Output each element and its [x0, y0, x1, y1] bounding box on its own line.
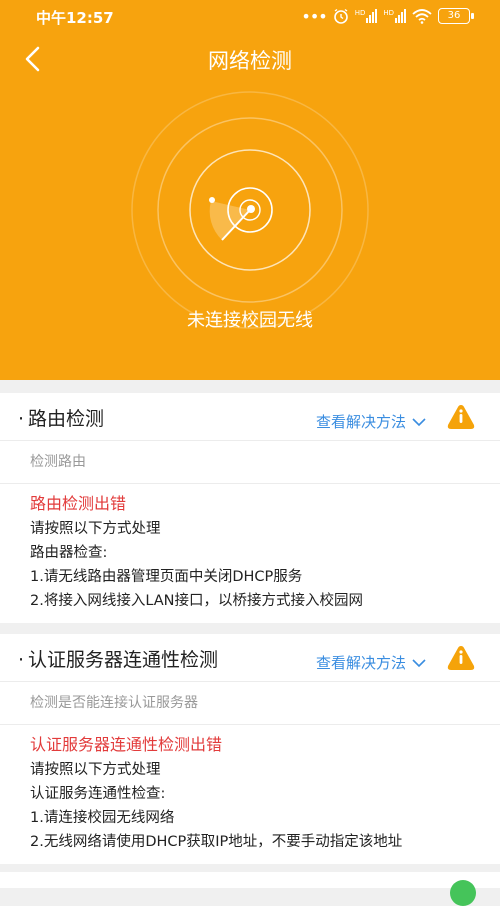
radar-graphic	[131, 91, 369, 329]
signal-1-icon: HD	[355, 9, 378, 23]
instruction-line: 2.无线网络请使用DHCP获取IP地址，不要手动指定该地址	[30, 834, 403, 850]
card-title-text: 认证服务器连通性检测	[28, 649, 219, 671]
warning-icon	[447, 646, 475, 670]
instruction-line: 2.将接入网线接入LAN接口，以桥接方式接入校园网	[30, 593, 364, 609]
error-title: 路由检测出错	[30, 494, 127, 513]
card-title-text: 路由检测	[28, 408, 105, 430]
alarm-icon	[333, 8, 348, 24]
instruction-line: 请按照以下方式处理	[30, 762, 161, 778]
instruction-line: 认证服务连通性检查:	[30, 786, 166, 802]
error-title: 认证服务器连通性检测出错	[30, 735, 223, 754]
status-bar: 中午12:57 ••• HD HD 36	[0, 0, 500, 34]
instruction-line: 1.请无线路由器管理页面中关闭DHCP服务	[30, 569, 303, 585]
route-check-card: · 路由检测 查看解决方法 检测路由 路由检测出错 请按照以下方式处理 路由器检查…	[0, 393, 500, 623]
auth-server-check-card: · 认证服务器连通性检测 查看解决方法 检测是否能连接认证服务器 认证服务器连通性…	[0, 634, 500, 864]
card-subtitle: 检测路由	[0, 441, 500, 484]
chevron-down-icon	[412, 417, 426, 426]
view-solution-label: 查看解决方法	[315, 413, 406, 431]
status-indicator-icon	[450, 880, 476, 906]
instruction-line: 1.请连接校园无线网络	[30, 810, 175, 826]
signal-1-label: HD	[354, 9, 366, 17]
signal-2-icon: HD	[383, 9, 406, 23]
chevron-down-icon	[412, 658, 426, 667]
card-title: · 认证服务器连通性检测	[18, 645, 218, 672]
warning-icon	[447, 405, 475, 429]
instruction-line: 路由器检查:	[30, 545, 108, 561]
card-body: 路由检测出错 请按照以下方式处理 路由器检查: 1.请无线路由器管理页面中关闭D…	[0, 484, 500, 613]
header: 中午12:57 ••• HD HD 36 网络检测 未连接校园无线	[0, 0, 500, 380]
card-header: · 认证服务器连通性检测 查看解决方法	[0, 634, 500, 682]
card-body: 认证服务器连通性检测出错 请按照以下方式处理 认证服务连通性检查: 1.请连接校…	[0, 725, 500, 854]
view-solution-link[interactable]: 查看解决方法	[316, 411, 426, 432]
status-icons: ••• HD HD 36	[301, 6, 474, 26]
card-header: · 路由检测 查看解决方法	[0, 393, 500, 441]
next-card-peek	[0, 872, 500, 888]
bullet-dot: ·	[18, 408, 25, 430]
card-title: · 路由检测	[18, 404, 104, 431]
instruction-line: 请按照以下方式处理	[30, 521, 161, 537]
wifi-icon	[412, 9, 432, 24]
card-subtitle: 检测是否能连接认证服务器	[0, 682, 500, 725]
battery-icon: 36	[438, 8, 474, 24]
view-solution-label: 查看解决方法	[315, 654, 406, 672]
connection-status: 未连接校园无线	[187, 310, 313, 331]
signal-2-label: HD	[383, 9, 394, 17]
view-solution-link[interactable]: 查看解决方法	[316, 652, 426, 673]
more-dots-icon: •••	[301, 6, 327, 26]
status-time: 中午12:57	[36, 9, 114, 27]
bullet-dot: ·	[18, 649, 25, 671]
